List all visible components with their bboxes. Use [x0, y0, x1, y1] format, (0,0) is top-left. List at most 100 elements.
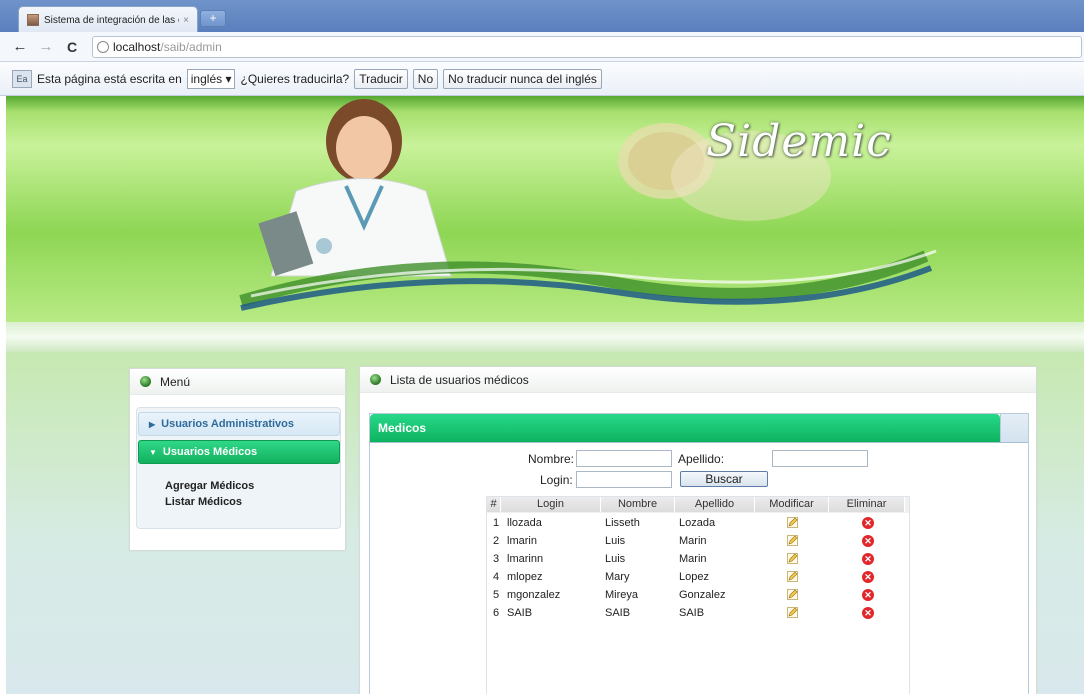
language-select[interactable]: inglés ▾ — [186, 68, 236, 89]
row-apellido: Marin — [679, 553, 707, 565]
col-number: # — [487, 497, 501, 512]
banner-illustration — [239, 99, 937, 311]
menu-header: Menú — [130, 369, 345, 395]
edit-icon[interactable] — [787, 571, 798, 582]
row-login: llozada — [507, 517, 542, 529]
table-row: 5 mgonzalez Mireya Gonzalez ✕ — [487, 586, 909, 604]
new-tab-button[interactable]: + — [200, 10, 226, 27]
row-nombre: Mireya — [605, 589, 639, 601]
table-header: # Login Nombre Apellido Modificar Elimin… — [487, 497, 909, 513]
row-apellido: Lozada — [679, 517, 716, 529]
tab-strip: Sistema de integración de las e × + — [0, 0, 1084, 33]
apellido-input[interactable] — [772, 450, 868, 467]
translate-infobar: Ea Esta página está escrita en inglés ▾ … — [0, 62, 1084, 96]
row-login: SAIB — [507, 607, 533, 619]
col-modificar: Modificar — [755, 497, 829, 512]
col-nombre: Nombre — [601, 497, 675, 512]
row-nombre: Luis — [605, 535, 626, 547]
col-apellido: Apellido — [675, 497, 755, 512]
edit-icon[interactable] — [787, 553, 798, 564]
row-login: lmarinn — [507, 553, 544, 565]
row-number: 6 — [493, 607, 500, 619]
translate-icon: Ea — [12, 69, 32, 88]
menu-title: Menú — [160, 374, 191, 389]
row-login: mlopez — [507, 571, 543, 583]
row-apellido: Marin — [679, 535, 707, 547]
table-row: 2 lmarin Luis Marin ✕ — [487, 532, 909, 550]
back-button[interactable]: ← — [10, 38, 30, 55]
edit-icon[interactable] — [787, 517, 798, 528]
medicos-table: # Login Nombre Apellido Modificar Elimin… — [486, 496, 910, 694]
search-button[interactable]: Buscar — [680, 471, 768, 487]
delete-icon[interactable]: ✕ — [862, 571, 874, 583]
col-eliminar: Eliminar — [829, 497, 905, 512]
delete-icon[interactable]: ✕ — [862, 589, 874, 601]
row-login: mgonzalez — [507, 589, 561, 601]
address-bar[interactable]: localhost/saib/admin — [92, 35, 1082, 58]
table-row: 3 lmarinn Luis Marin ✕ — [487, 550, 909, 568]
arrow-down-icon: ▼ — [149, 447, 157, 457]
row-number: 1 — [493, 517, 500, 529]
banner-strip — [6, 322, 1084, 352]
edit-icon[interactable] — [787, 607, 798, 618]
globe-icon — [97, 40, 109, 53]
row-number: 3 — [493, 553, 500, 565]
login-label: Login: — [540, 473, 573, 487]
arrow-right-icon: ▶ — [149, 419, 156, 429]
edit-icon[interactable] — [787, 589, 798, 600]
close-tab-icon[interactable]: × — [183, 15, 189, 26]
row-nombre: Lisseth — [605, 517, 640, 529]
bullet-icon — [370, 374, 381, 385]
site-logo: Sidemic — [706, 116, 892, 167]
row-nombre: SAIB — [605, 607, 631, 619]
menu-item-usuarios-administrativos[interactable]: ▶ Usuarios Administrativos — [138, 412, 340, 436]
row-apellido: SAIB — [679, 607, 705, 619]
browser-toolbar: ← → C localhost/saib/admin — [0, 32, 1084, 62]
menu-item-usuarios-medicos[interactable]: ▼ Usuarios Médicos — [138, 440, 340, 464]
nombre-input[interactable] — [576, 450, 672, 467]
col-login: Login — [501, 497, 601, 512]
delete-icon[interactable]: ✕ — [862, 607, 874, 619]
never-translate-button[interactable]: No traducir nunca del inglés — [443, 68, 602, 89]
forward-button[interactable]: → — [36, 38, 56, 55]
delete-icon[interactable]: ✕ — [862, 517, 874, 529]
row-apellido: Gonzalez — [679, 589, 726, 601]
translate-button[interactable]: Traducir — [354, 68, 408, 89]
row-number: 2 — [493, 535, 500, 547]
browser-tab[interactable]: Sistema de integración de las e × — [18, 6, 198, 33]
login-input[interactable] — [576, 471, 672, 488]
row-apellido: Lopez — [679, 571, 709, 583]
menu-body: ▶ Usuarios Administrativos ▼ Usuarios Mé… — [136, 407, 341, 529]
row-login: lmarin — [507, 535, 537, 547]
submenu: Agregar Médicos Listar Médicos — [165, 478, 254, 510]
row-nombre: Luis — [605, 553, 626, 565]
row-nombre: Mary — [605, 571, 630, 583]
nombre-label: Nombre: — [528, 452, 575, 466]
menu-panel: Menú ▶ Usuarios Administrativos ▼ Usuari… — [129, 368, 346, 551]
row-number: 5 — [493, 589, 500, 601]
url-path: /saib/admin — [160, 39, 222, 54]
table-row: 6 SAIB SAIB SAIB ✕ — [487, 604, 909, 622]
no-button[interactable]: No — [412, 68, 439, 89]
bullet-icon — [140, 376, 151, 387]
favicon-icon — [27, 14, 39, 26]
tab-title: Sistema de integración de las e — [44, 14, 180, 26]
header-banner: Sidemic — [6, 96, 1084, 322]
search-form: Nombre: Apellido: Login: Buscar # Login … — [370, 442, 1028, 694]
menu-item-label: Usuarios Médicos — [162, 446, 258, 458]
delete-icon[interactable]: ✕ — [862, 553, 874, 565]
delete-icon[interactable]: ✕ — [862, 535, 874, 547]
translate-question: ¿Quieres traducirla? — [240, 71, 350, 86]
edit-icon[interactable] — [787, 535, 798, 546]
url-host: localhost — [113, 39, 161, 54]
page-content: Sidemic Menú ▶ Usuarios Administrativos … — [6, 96, 1084, 694]
submenu-listar-medicos[interactable]: Listar Médicos — [165, 494, 254, 510]
reload-button[interactable]: C — [62, 39, 82, 55]
apellido-label: Apellido: — [678, 452, 725, 466]
table-row: 4 mlopez Mary Lopez ✕ — [487, 568, 909, 586]
tab-medicos[interactable]: Medicos — [370, 414, 1000, 442]
tab-filler — [1000, 414, 1028, 442]
medicos-tab-box: Medicos Nombre: Apellido: Login: Buscar … — [369, 413, 1029, 694]
table-row: 1 llozada Lisseth Lozada ✕ — [487, 514, 909, 532]
submenu-agregar-medicos[interactable]: Agregar Médicos — [165, 478, 254, 494]
